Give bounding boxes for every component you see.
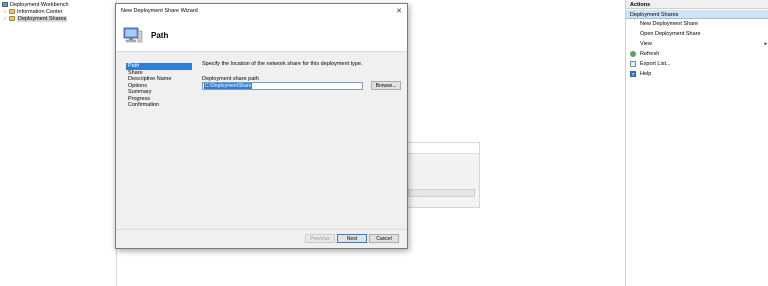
folder-icon	[9, 9, 15, 14]
workbench-icon	[2, 2, 8, 7]
action-label: View	[640, 41, 652, 47]
cancel-button[interactable]: Cancel	[369, 234, 399, 243]
refresh-icon	[630, 51, 636, 57]
action-view[interactable]: View ▸	[626, 40, 768, 48]
new-deployment-share-wizard: New Deployment Share Wizard ✕ Path Path …	[115, 3, 408, 249]
tree-item-label: Deployment Shares	[17, 15, 68, 22]
action-label: New Deployment Share	[640, 21, 699, 27]
action-open-deployment-share[interactable]: Open Deployment Share	[626, 30, 768, 38]
wizard-steps: Path Share Descriptive Name Options Summ…	[116, 52, 194, 248]
wizard-title: New Deployment Share Wizard	[121, 8, 198, 14]
actions-header: Actions	[626, 0, 768, 9]
background-progress-dialog	[407, 142, 480, 208]
dialog-title-bar	[408, 143, 479, 154]
export-icon	[630, 61, 636, 67]
folder-icon	[9, 16, 15, 21]
mmc-window: Deployment Workbench › Information Cente…	[0, 0, 768, 286]
tree-item-deployment-shares[interactable]: › Deployment Shares	[4, 15, 68, 22]
action-help[interactable]: ? Help	[626, 70, 768, 78]
close-button[interactable]: ✕	[394, 6, 404, 16]
instruction-text: Specify the location of the network shar…	[202, 61, 363, 67]
tree-item-label: Deployment Workbench	[10, 1, 69, 8]
help-icon: ?	[630, 71, 636, 77]
wizard-page-heading: Path	[151, 31, 169, 40]
tree-item-information-center[interactable]: › Information Center	[4, 8, 63, 15]
wizard-title-bar[interactable]: New Deployment Share Wizard ✕	[116, 4, 407, 18]
actions-section-deployment-shares[interactable]: Deployment Shares	[626, 10, 768, 19]
footer-divider	[116, 229, 407, 230]
action-label: Help	[640, 71, 652, 77]
action-export-list[interactable]: Export List...	[626, 60, 768, 68]
console-tree: Deployment Workbench › Information Cente…	[0, 0, 117, 286]
wizard-banner: Path	[116, 18, 407, 52]
submenu-arrow-icon: ▸	[764, 41, 767, 47]
action-new-deployment-share[interactable]: New Deployment Share	[626, 20, 768, 28]
path-value: C:\DeploymentShare	[204, 83, 253, 89]
previous-button[interactable]: Previous	[305, 234, 335, 243]
tree-item-label: Information Center	[17, 8, 63, 15]
action-label: Export List...	[640, 61, 671, 67]
action-label: Refresh	[640, 51, 660, 57]
chevron-right-icon[interactable]: ›	[4, 16, 8, 22]
chevron-right-icon[interactable]: ›	[4, 9, 8, 15]
wizard-content: Specify the location of the network shar…	[194, 52, 407, 248]
next-button[interactable]: Next	[337, 234, 367, 243]
actions-pane: Actions Deployment Shares New Deployment…	[625, 0, 768, 286]
progress-bar	[408, 189, 475, 197]
action-label: Open Deployment Share	[640, 31, 701, 37]
deployment-share-path-input[interactable]: C:\DeploymentShare	[202, 82, 363, 90]
step-confirmation: Confirmation	[128, 102, 160, 109]
action-refresh[interactable]: Refresh	[626, 50, 768, 58]
browse-button[interactable]: Browse...	[371, 81, 401, 90]
computer-icon	[123, 27, 143, 43]
tree-item-deployment-workbench[interactable]: Deployment Workbench	[2, 1, 69, 8]
